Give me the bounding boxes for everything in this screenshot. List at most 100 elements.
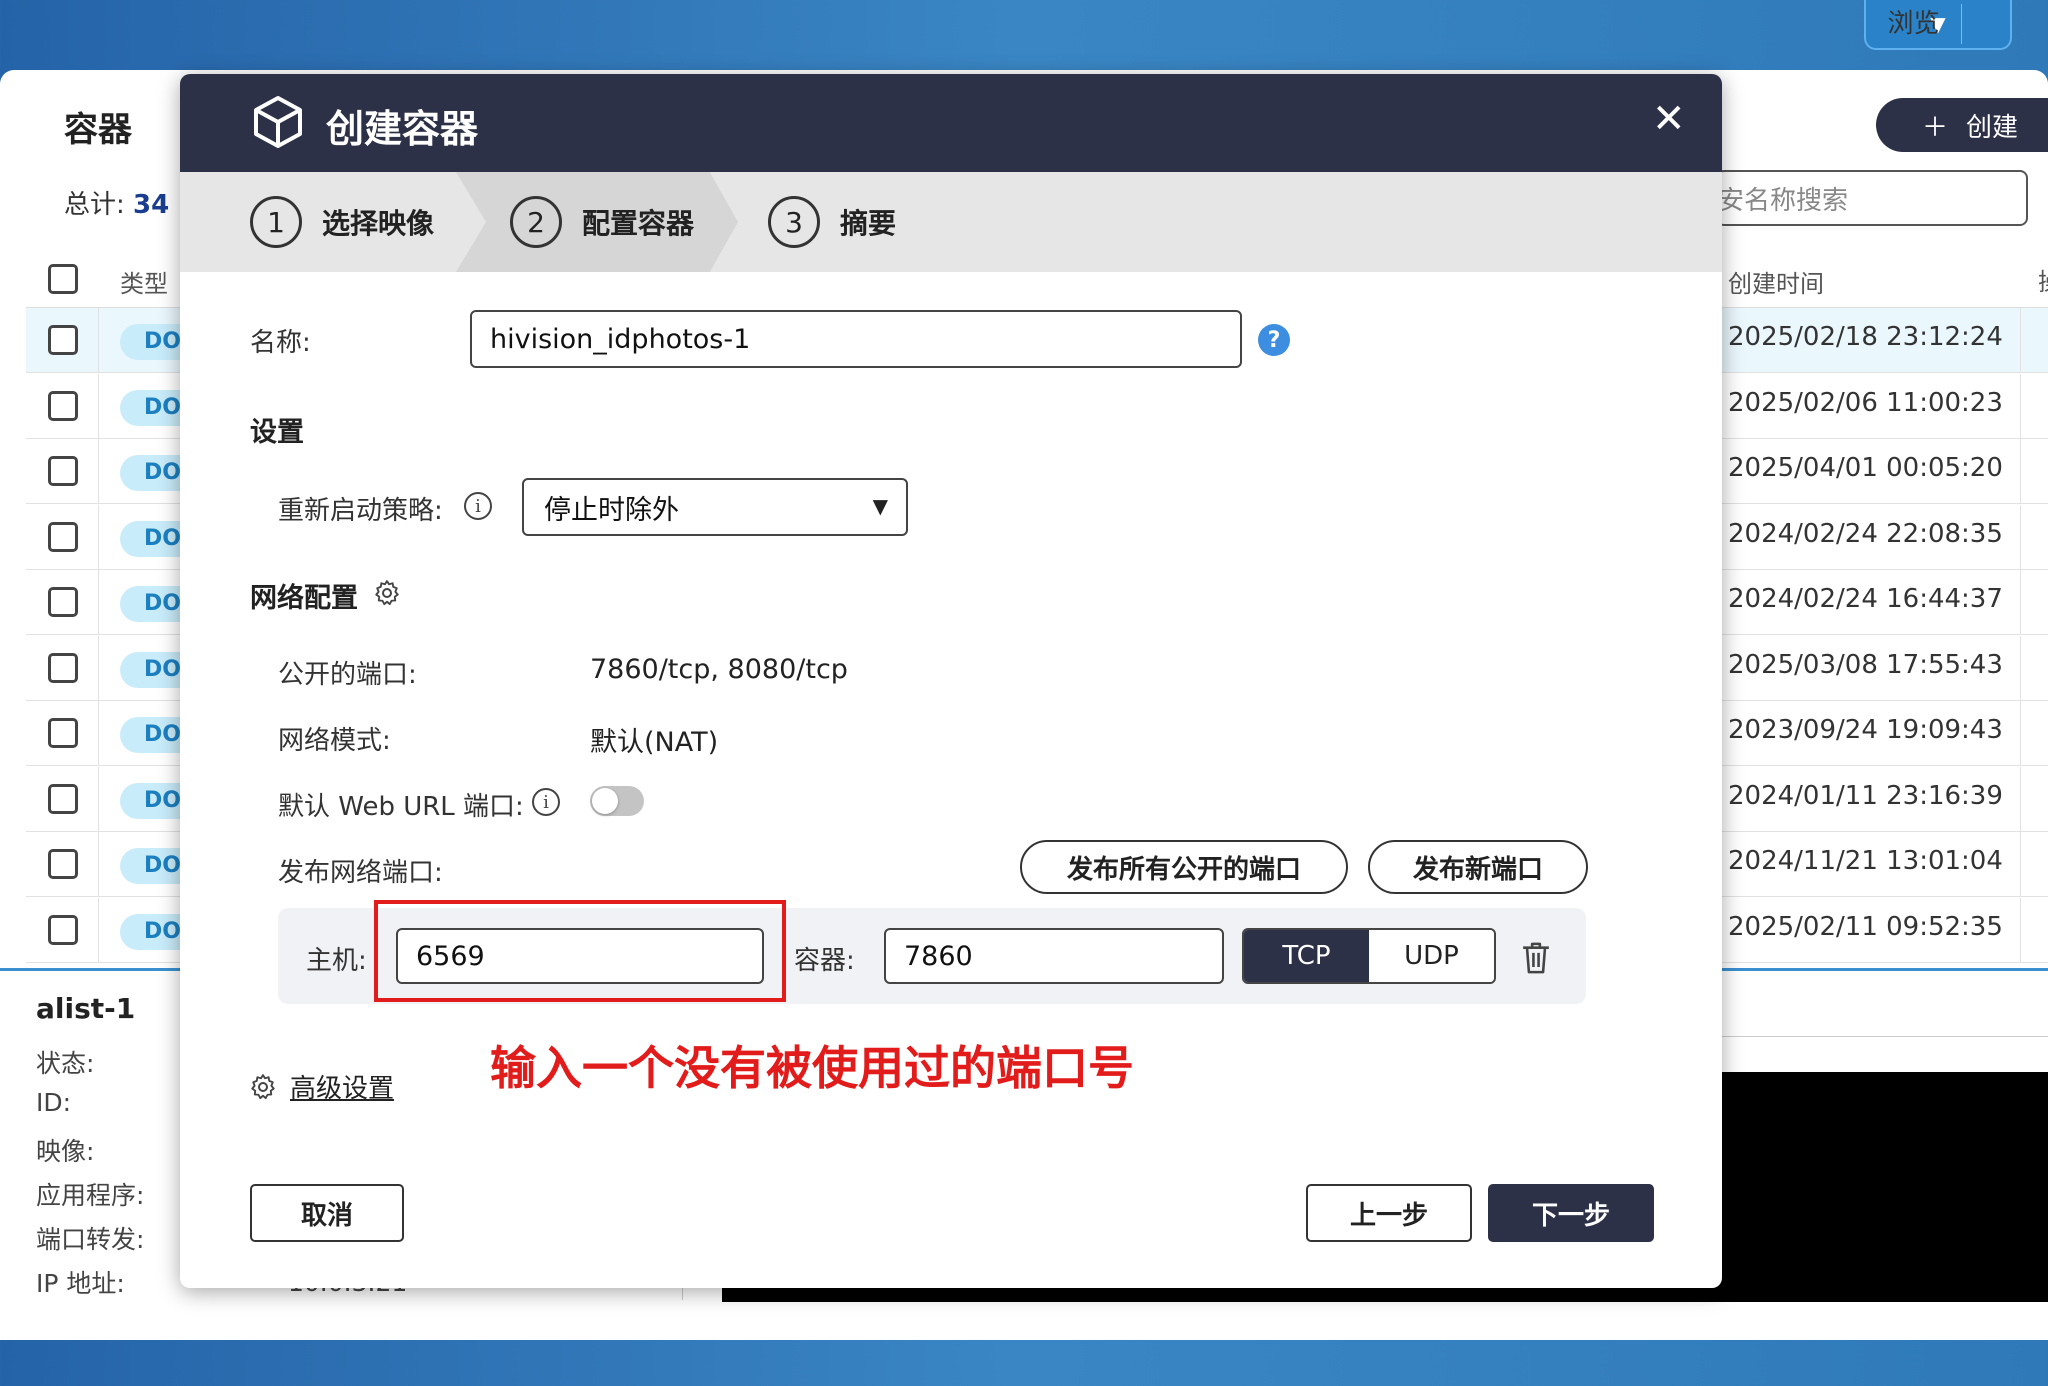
- plus-icon: ＋: [1922, 112, 1949, 143]
- column-separator: [2020, 635, 2021, 701]
- row-checkbox[interactable]: [48, 325, 78, 355]
- step-select-image: 1 选择映像: [250, 172, 434, 272]
- column-separator: [2020, 832, 2021, 897]
- detail-name: alist-1: [36, 992, 136, 1025]
- row-checkbox[interactable]: [48, 849, 78, 879]
- column-separator: [2020, 701, 2021, 766]
- header-op: 操: [2038, 262, 2048, 297]
- web-url-port-toggle[interactable]: [590, 786, 644, 816]
- protocol-toggle: TCP UDP: [1242, 928, 1496, 984]
- dialog-title: 创建容器: [326, 107, 479, 151]
- row-checkbox[interactable]: [48, 914, 78, 945]
- column-separator: [98, 897, 99, 963]
- create-button[interactable]: ＋创建: [1876, 98, 2048, 152]
- network-mode-label: 网络模式:: [278, 726, 391, 756]
- tcp-option[interactable]: TCP: [1244, 930, 1369, 982]
- column-separator: [98, 439, 99, 504]
- column-separator: [98, 570, 99, 635]
- advanced-settings-link[interactable]: 高级设置: [248, 1068, 394, 1105]
- step-number: 3: [768, 196, 820, 248]
- header-type: 类型: [120, 270, 168, 298]
- gear-icon[interactable]: [372, 578, 402, 608]
- trash-icon[interactable]: [1520, 940, 1552, 976]
- row-checkbox[interactable]: [48, 652, 78, 683]
- row-checkbox[interactable]: [48, 456, 78, 486]
- detail-label: 应用程序:: [36, 1181, 145, 1210]
- total-count: 总计: 34: [64, 190, 170, 220]
- detail-label: 状态:: [36, 1049, 95, 1078]
- container-port-input[interactable]: 7860: [884, 928, 1224, 984]
- created-time: 2024/11/21 13:01:04: [1728, 846, 2003, 876]
- column-separator: [98, 308, 99, 373]
- step-label: 摘要: [840, 207, 897, 240]
- step-label: 选择映像: [322, 207, 435, 240]
- dialog-header: 创建容器 ✕: [180, 74, 1722, 172]
- created-time: 2024/01/11 23:16:39: [1728, 780, 2003, 811]
- column-separator: [2020, 373, 2021, 439]
- column-separator: [98, 766, 99, 832]
- step-chevron-icon: [456, 172, 486, 272]
- advanced-settings-label: 高级设置: [290, 1074, 395, 1104]
- info-icon[interactable]: i: [464, 492, 492, 520]
- name-label: 名称:: [250, 328, 311, 358]
- help-icon[interactable]: ?: [1258, 324, 1290, 356]
- exposed-ports-value: 7860/tcp, 8080/tcp: [590, 654, 848, 685]
- step-summary: 3 摘要: [768, 172, 896, 272]
- exposed-ports-label: 公开的端口:: [278, 660, 417, 690]
- created-time: 2025/02/11 09:52:35: [1728, 911, 2003, 942]
- wizard-steps: 1 选择映像 2 配置容器 3 摘要: [180, 172, 1722, 272]
- info-icon[interactable]: i: [532, 788, 560, 816]
- column-separator: [2020, 439, 2021, 504]
- container-port-label: 容器:: [794, 946, 855, 976]
- gear-icon: [251, 1073, 275, 1099]
- detail-separator: [1722, 1036, 2048, 1037]
- page-title: 容器: [64, 110, 132, 150]
- restart-policy-select[interactable]: 停止时除外 ▼: [522, 478, 908, 536]
- row-checkbox[interactable]: [48, 718, 78, 748]
- next-button[interactable]: 下一步: [1488, 1184, 1654, 1242]
- publish-new-port-button[interactable]: 发布新端口: [1368, 840, 1588, 894]
- created-time: 2025/02/18 23:12:24: [1728, 322, 2003, 352]
- step-configure-container: 2 配置容器: [510, 172, 694, 272]
- annotation-text: 输入一个没有被使用过的端口号: [490, 1041, 1134, 1095]
- column-separator: [98, 701, 99, 766]
- previous-button[interactable]: 上一步: [1306, 1184, 1472, 1242]
- close-icon[interactable]: ✕: [1652, 96, 1686, 142]
- column-separator: [98, 504, 99, 570]
- created-time: 2024/02/24 22:08:35: [1728, 518, 2003, 549]
- detail-label: IP 地址:: [36, 1269, 125, 1298]
- column-separator: [2020, 308, 2021, 373]
- search-input[interactable]: 安名称搜索: [1716, 170, 2028, 226]
- row-checkbox[interactable]: [48, 521, 78, 552]
- column-separator: [98, 373, 99, 439]
- cancel-button[interactable]: 取消: [250, 1184, 404, 1242]
- browse-label: 浏览: [1866, 4, 1962, 44]
- detail-label: 端口转发:: [36, 1225, 145, 1254]
- row-checkbox[interactable]: [48, 783, 78, 814]
- created-time: 2025/03/08 17:55:43: [1728, 649, 2003, 680]
- step-number: 2: [510, 196, 562, 248]
- select-all-checkbox[interactable]: [48, 264, 78, 294]
- browse-button[interactable]: 浏览 ▼: [1864, 0, 2012, 50]
- column-separator: [2020, 570, 2021, 635]
- created-time: 2024/02/24 16:44:37: [1728, 584, 2003, 614]
- highlight-box: [374, 900, 786, 1002]
- row-checkbox[interactable]: [48, 390, 78, 421]
- detail-label: ID:: [36, 1088, 72, 1117]
- column-separator: [2020, 897, 2021, 963]
- host-port-label: 主机:: [306, 946, 367, 976]
- restart-policy-label: 重新启动策略:: [278, 496, 443, 526]
- step-number: 1: [250, 196, 302, 248]
- chevron-down-icon: ▼: [872, 494, 888, 518]
- network-section-title: 网络配置: [250, 583, 358, 614]
- udp-option[interactable]: UDP: [1369, 930, 1494, 982]
- publish-ports-label: 发布网络端口:: [278, 858, 443, 888]
- row-checkbox[interactable]: [48, 587, 78, 617]
- container-name-input[interactable]: hivision_idphotos-1: [470, 310, 1242, 368]
- publish-all-ports-button[interactable]: 发布所有公开的端口: [1020, 840, 1348, 894]
- column-separator: [2020, 504, 2021, 570]
- column-separator: [98, 635, 99, 701]
- toggle-knob: [592, 788, 618, 814]
- settings-section-title: 设置: [250, 417, 304, 448]
- container-cube-icon: [254, 96, 302, 148]
